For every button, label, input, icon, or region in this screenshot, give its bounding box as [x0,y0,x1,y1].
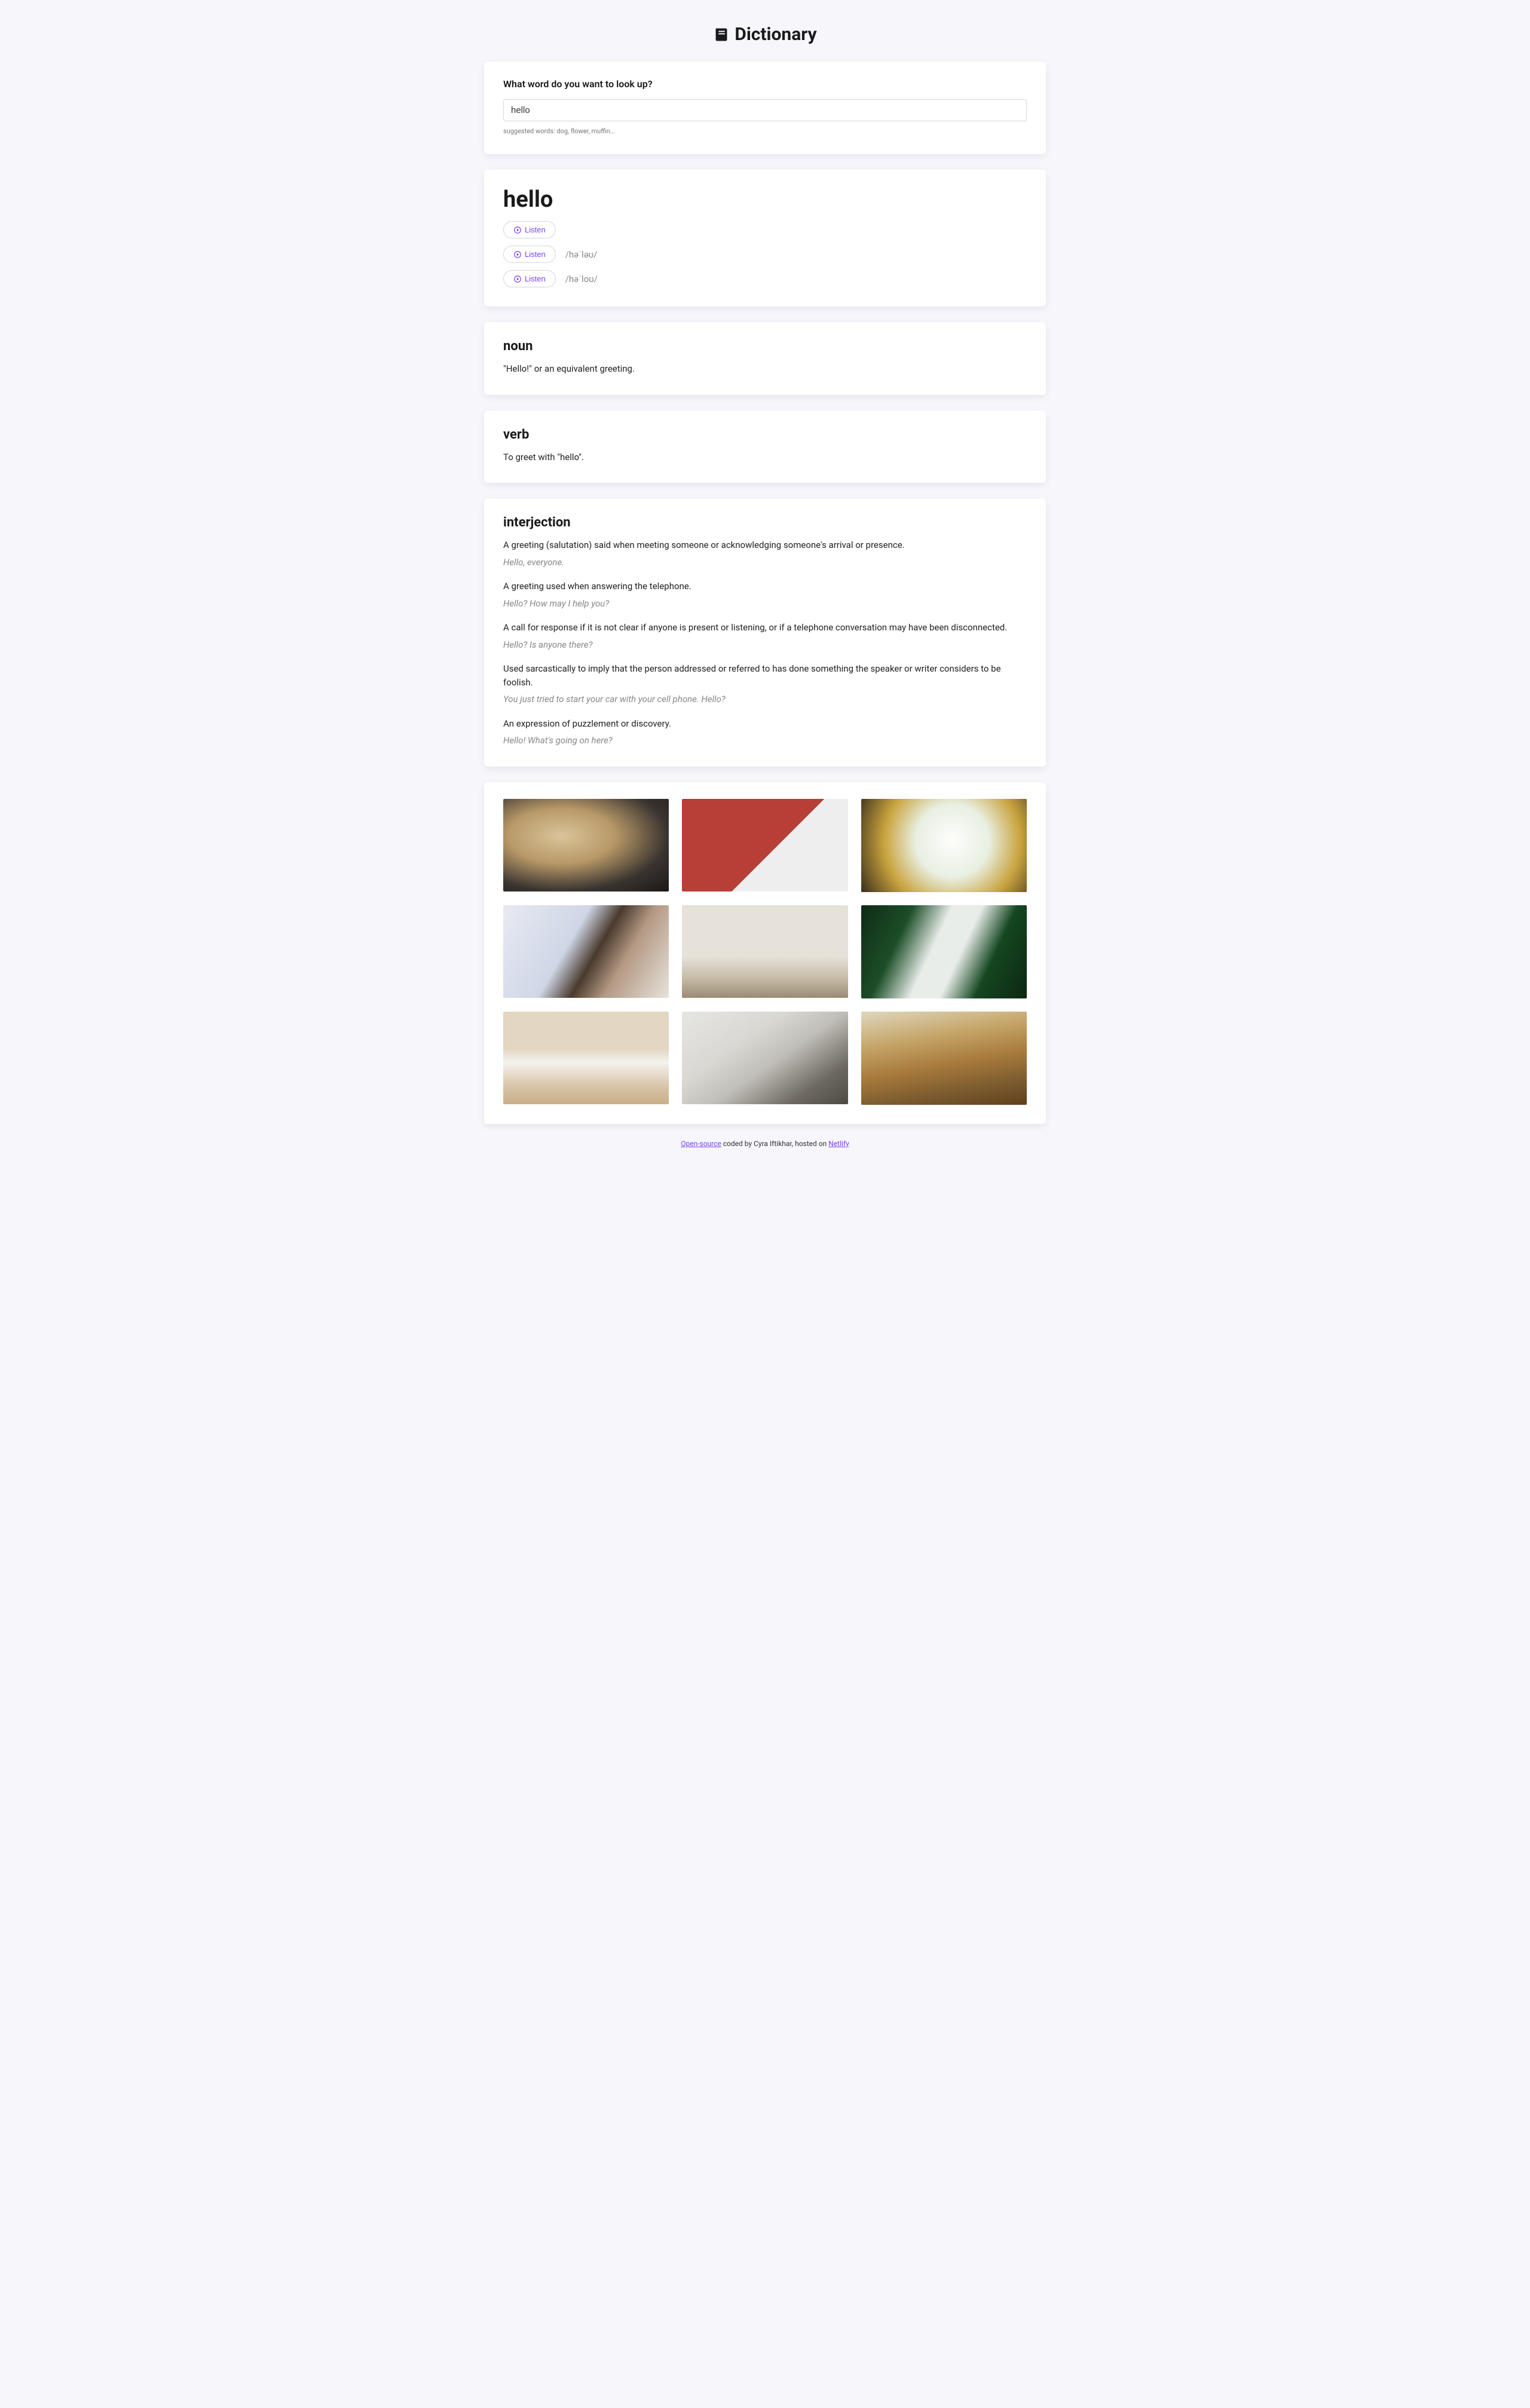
pos-heading: interjection [503,515,1027,530]
listen-row: Listen /həˈloʊ/ [503,270,1027,287]
gallery-image [682,1012,847,1105]
book-icon [713,26,730,43]
example-text: Hello? Is anyone there? [503,638,1027,652]
phonetic-text: /həˈləʊ/ [565,249,598,260]
netlify-link[interactable]: Netlify [828,1139,849,1148]
meaning-card-noun: noun "Hello!" or an equivalent greeting. [484,322,1046,395]
listen-row: Listen /həˈləʊ/ [503,246,1027,263]
search-label: What word do you want to look up? [503,78,1027,90]
listen-label: Listen [525,250,546,259]
footer: Open-source coded by Cyra Iftikhar, host… [484,1139,1046,1148]
word-heading: hello [503,186,1027,213]
listen-row: Listen [503,221,1027,238]
pos-heading: noun [503,339,1027,354]
gallery-image [503,1012,669,1105]
gallery-image [503,799,669,892]
meaning-card-verb: verb To greet with "hello". [484,410,1046,483]
gallery-image [682,799,847,892]
gallery-image [861,799,1027,892]
definition-text: A call for response if it is not clear i… [503,621,1027,635]
app-title-row: Dictionary [484,24,1046,45]
search-input[interactable] [503,99,1027,121]
footer-text: coded by Cyra Iftikhar, hosted on [721,1139,828,1148]
image-gallery [503,799,1027,1105]
gallery-image [503,905,669,998]
example-text: Hello? How may I help you? [503,597,1027,611]
search-card: What word do you want to look up? sugges… [484,62,1046,154]
word-card: hello Listen Listen /həˈləʊ/ Listen /həˈ… [484,170,1046,307]
play-circle-icon [513,250,522,259]
definition-text: Used sarcastically to imply that the per… [503,662,1027,689]
definition-text: A greeting (salutation) said when meetin… [503,538,1027,552]
gallery-card [484,782,1046,1124]
example-text: Hello, everyone. [503,556,1027,569]
listen-button[interactable]: Listen [503,246,556,263]
app-title: Dictionary [735,24,816,45]
listen-button[interactable]: Listen [503,221,556,238]
phonetic-text: /həˈloʊ/ [565,274,598,284]
play-circle-icon [513,275,522,283]
meaning-card-interjection: interjection A greeting (salutation) sai… [484,498,1046,767]
gallery-image [682,905,847,998]
definition-text: "Hello!" or an equivalent greeting. [503,362,1027,376]
search-hint: suggested words: dog, flower, muffin... [503,127,1027,135]
pos-heading: verb [503,427,1027,442]
listen-button[interactable]: Listen [503,270,556,287]
play-circle-icon [513,226,522,234]
definition-text: To greet with "hello". [503,451,1027,464]
gallery-image [861,905,1027,998]
open-source-link[interactable]: Open-source [681,1139,721,1148]
example-text: Hello! What's going on here? [503,734,1027,747]
definition-text: A greeting used when answering the telep… [503,580,1027,593]
gallery-image [861,1012,1027,1105]
listen-label: Listen [525,274,546,283]
example-text: You just tried to start your car with yo… [503,693,1027,706]
listen-label: Listen [525,225,546,234]
definition-text: An expression of puzzlement or discovery… [503,717,1027,731]
